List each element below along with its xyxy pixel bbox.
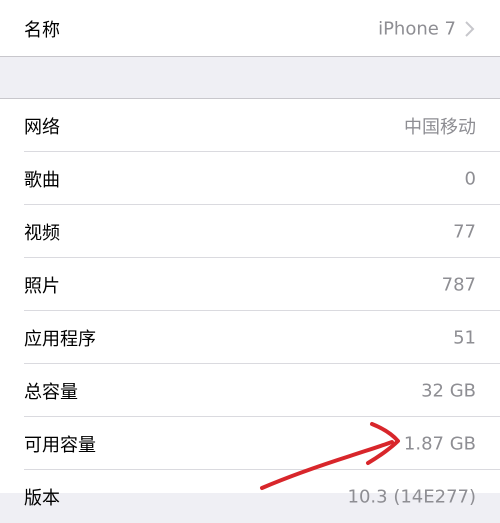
- photos-row: 照片 787: [0, 258, 500, 311]
- videos-value: 77: [453, 221, 476, 242]
- photos-label: 照片: [24, 275, 60, 297]
- name-value: iPhone 7: [378, 18, 456, 39]
- songs-row: 歌曲 0: [0, 152, 500, 205]
- version-row: 版本 10.3 (14E277): [0, 470, 500, 523]
- about-info-group: 网络 中国移动 歌曲 0 视频 77 照片 787 应用程序 51 总容量 32…: [0, 98, 500, 509]
- videos-label: 视频: [24, 222, 60, 244]
- capacity-row: 总容量 32 GB: [0, 364, 500, 417]
- videos-row: 视频 77: [0, 205, 500, 258]
- songs-value: 0: [464, 168, 476, 189]
- songs-label: 歌曲: [24, 169, 60, 191]
- capacity-value: 32 GB: [421, 380, 476, 401]
- applications-row: 应用程序 51: [0, 311, 500, 364]
- name-label: 名称: [24, 19, 60, 41]
- available-label: 可用容量: [24, 434, 96, 456]
- chevron-right-icon: [465, 20, 475, 37]
- network-value: 中国移动: [404, 116, 476, 138]
- version-label: 版本: [24, 487, 60, 509]
- name-row[interactable]: 名称 iPhone 7: [0, 2, 500, 55]
- photos-value: 787: [441, 274, 476, 295]
- network-row: 网络 中国移动: [0, 99, 500, 152]
- applications-label: 应用程序: [24, 328, 96, 350]
- capacity-label: 总容量: [24, 381, 78, 403]
- version-value: 10.3 (14E277): [347, 486, 476, 507]
- name-group: 名称 iPhone 7: [0, 0, 500, 57]
- available-value: 1.87 GB: [403, 433, 476, 454]
- available-row: 可用容量 1.87 GB: [0, 417, 500, 470]
- network-label: 网络: [24, 116, 60, 138]
- applications-value: 51: [453, 327, 476, 348]
